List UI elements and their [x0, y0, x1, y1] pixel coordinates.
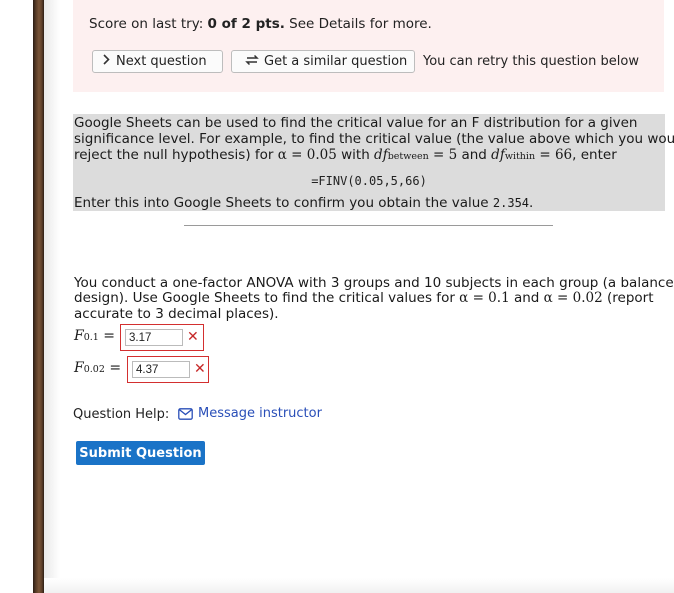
- confirm-text: Enter this into Google Sheets to confirm…: [74, 195, 493, 211]
- answer-2-label: F0.02 =: [74, 360, 121, 376]
- intro-line-3a: reject the null hypothesis) for: [74, 147, 278, 163]
- refresh-icon: [244, 53, 260, 71]
- question-line-2: design). Use Google Sheets to find the c…: [74, 290, 654, 306]
- alpha-1: α = 0.1: [459, 290, 510, 306]
- next-question-label: Next question: [116, 54, 207, 69]
- close-icon: ✕: [187, 329, 199, 345]
- answer-1-label: F0.1 =: [74, 328, 115, 344]
- similar-question-label: Get a similar question: [264, 54, 408, 69]
- intro-line-1: Google Sheets can be used to find the cr…: [74, 115, 638, 131]
- message-instructor-label: Message instructor: [198, 406, 322, 421]
- submit-question-button[interactable]: Submit Question: [76, 441, 205, 465]
- envelope-icon: [178, 407, 193, 420]
- question-help-label: Question Help:: [73, 407, 170, 422]
- close-icon: ✕: [194, 361, 206, 377]
- question-line-1: You conduct a one-factor ANOVA with 3 gr…: [74, 275, 674, 291]
- message-instructor-link[interactable]: Message instructor: [178, 406, 322, 421]
- question-line-2c: (report: [602, 290, 654, 306]
- answer-2-equals: =: [104, 360, 122, 376]
- question-line-3: accurate to 3 decimal places).: [74, 306, 279, 322]
- score-value: 0 of 2 pts.: [207, 16, 285, 32]
- confirm-period: .: [529, 195, 534, 211]
- answer-1-equals: =: [98, 328, 116, 344]
- answer-1-input[interactable]: 3.17: [125, 329, 183, 346]
- df-between-sub: between: [387, 151, 429, 162]
- confirm-value: 2.354: [492, 196, 530, 210]
- intro-line-3: reject the null hypothesis) for α = 0.05…: [74, 147, 617, 163]
- score-prefix: Score on last try:: [89, 16, 208, 32]
- bottom-shade: [44, 578, 674, 593]
- alpha-2: α = 0.02: [543, 290, 603, 306]
- chevron-right-icon: [103, 54, 110, 69]
- intro-line-2: significance level. For example, to find…: [74, 131, 674, 147]
- answer-1-sub: 0.1: [83, 332, 99, 343]
- similar-question-button[interactable]: Get a similar question: [231, 50, 415, 73]
- score-suffix: See Details for more.: [284, 16, 432, 32]
- intro-line-3b: with: [336, 147, 375, 163]
- df-within-value: = 66: [535, 147, 573, 163]
- intro-line-3c: and: [457, 147, 492, 163]
- answer-2-input[interactable]: 4.37: [132, 361, 190, 378]
- df-between-symbol: df: [374, 147, 388, 163]
- answer-1-field: 3.17 ✕: [120, 324, 204, 351]
- score-banner: [73, 0, 664, 92]
- divider: [184, 225, 553, 226]
- left-margin: [0, 0, 33, 593]
- window-frame-edge: [33, 0, 44, 593]
- df-between-value: = 5: [428, 147, 458, 163]
- panel-shadow: [44, 0, 60, 593]
- answer-1-symbol: F: [74, 328, 84, 344]
- next-question-button[interactable]: Next question: [92, 50, 223, 73]
- df-within-symbol: df: [491, 147, 505, 163]
- confirm-line: Enter this into Google Sheets to confirm…: [74, 195, 533, 211]
- question-line-2b: and: [509, 290, 544, 306]
- answer-2-sub: 0.02: [83, 364, 105, 375]
- alpha-example: α = 0.05: [277, 147, 337, 163]
- answer-2-field: 4.37 ✕: [127, 356, 209, 383]
- score-text: Score on last try: 0 of 2 pts. See Detai…: [89, 16, 432, 32]
- example-formula: =FINV(0.05,5,66): [311, 174, 427, 188]
- df-within-sub: within: [504, 151, 536, 162]
- question-line-2a: design). Use Google Sheets to find the c…: [74, 290, 460, 306]
- retry-text: You can retry this question below: [423, 54, 639, 69]
- answer-2-symbol: F: [74, 360, 84, 376]
- intro-line-3d: , enter: [572, 147, 617, 163]
